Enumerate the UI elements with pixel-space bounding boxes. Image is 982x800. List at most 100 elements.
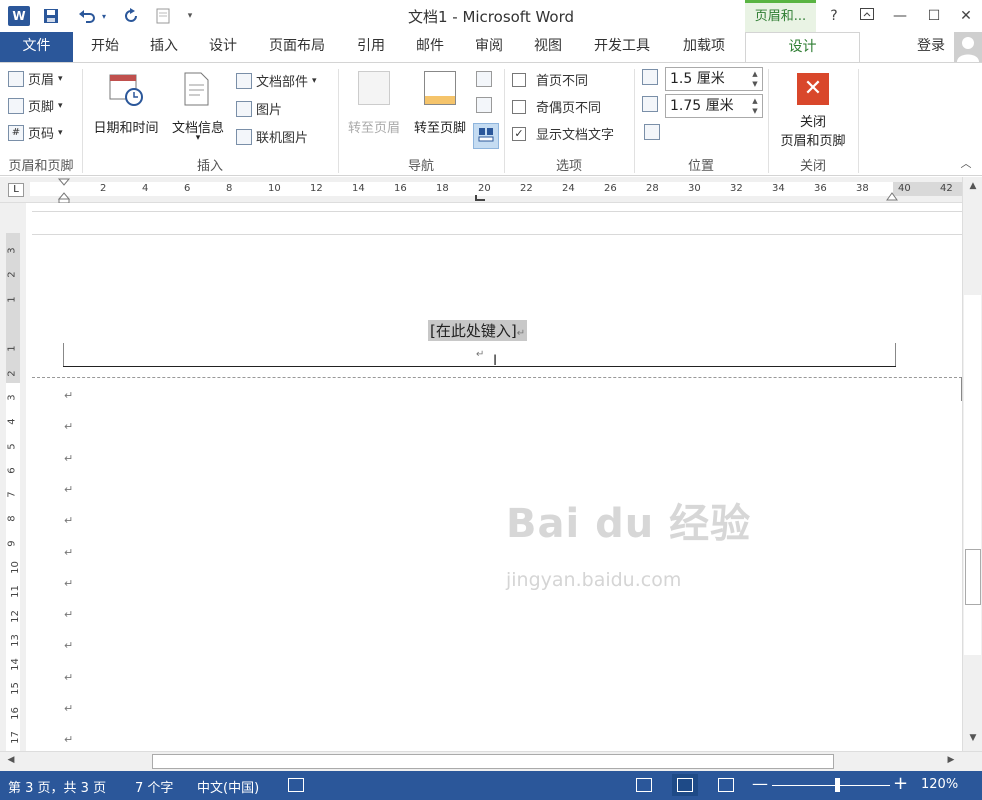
tab-design-doc[interactable]: 设计	[196, 32, 250, 62]
insert-alignment-tab-icon[interactable]	[644, 124, 664, 144]
macro-record-icon[interactable]	[288, 778, 304, 792]
goto-footer-button[interactable]: 转至页脚	[408, 69, 472, 149]
goto-header-button[interactable]: 转至页眉	[342, 69, 406, 149]
tab-review[interactable]: 审阅	[462, 32, 516, 62]
odd-even-different-checkbox[interactable]: 奇偶页不同	[512, 97, 601, 116]
ruler-tick-label: 28	[646, 183, 659, 194]
zoom-in-icon[interactable]: +	[893, 773, 908, 794]
paragraph-mark[interactable]: ↵	[64, 389, 73, 402]
avatar[interactable]	[954, 32, 982, 62]
paragraph-mark[interactable]: ↵	[64, 639, 73, 652]
paragraph-mark[interactable]: ↵	[64, 577, 73, 590]
pictures-button[interactable]: 图片	[236, 99, 282, 118]
horizontal-scrollbar[interactable]: ◀ ▶	[0, 751, 982, 771]
page-count[interactable]: 第 3 页，共 3 页	[8, 777, 106, 796]
minimize-button[interactable]: —	[886, 4, 914, 28]
vertical-scrollbar[interactable]: ▲ ▼	[962, 177, 982, 751]
zoom-slider-thumb[interactable]	[834, 778, 840, 792]
scroll-right-icon[interactable]: ▶	[944, 755, 958, 769]
quick-parts-button[interactable]: 文档部件 ▾	[236, 71, 317, 90]
zoom-out-icon[interactable]: —	[752, 774, 768, 793]
tab-selector[interactable]: L	[8, 183, 24, 197]
horizontal-ruler[interactable]: L 2 4 6 8 10 12 14 16 18 20 22 24 26 28 30 32 34 36 38 40 42	[0, 177, 982, 203]
date-time-label: 日期和时间	[93, 121, 159, 136]
paragraph-mark[interactable]: ↵	[64, 514, 73, 527]
tab-view[interactable]: 视图	[521, 32, 575, 62]
ribbon-display-icon[interactable]	[853, 4, 881, 28]
vertical-ruler[interactable]: 3 2 1 1 2 3 4 5 6 7 8 9 10 11 12 13 14 15 16 17	[0, 203, 26, 751]
scroll-left-icon[interactable]: ◀	[4, 755, 18, 769]
page-number-button[interactable]: # 页码 ▾	[8, 123, 63, 142]
tab-file[interactable]: 文件	[0, 32, 73, 62]
header-border-line	[63, 366, 896, 367]
maximize-button[interactable]: ☐	[920, 4, 948, 28]
doc-info-button[interactable]: 文档信息 ▾	[166, 69, 230, 149]
tab-home[interactable]: 开始	[78, 32, 132, 62]
tab-references[interactable]: 引用	[344, 32, 398, 62]
tab-page-layout[interactable]: 页面布局	[255, 32, 339, 62]
ruler-tick-label: 1	[6, 345, 18, 352]
paragraph-mark[interactable]: ↵	[64, 733, 73, 746]
online-pictures-button[interactable]: 联机图片	[236, 127, 308, 146]
document-canvas[interactable]: [在此处键入]↵ ↵ I ↵ ↵ ↵ ↵ ↵ ↵ ↵ ↵ ↵ ↵ ↵ ↵ Bai du 经验 jing…	[26, 203, 962, 751]
language-indicator[interactable]: 中文(中国)	[197, 777, 259, 796]
scroll-down-icon[interactable]: ▼	[966, 733, 980, 747]
right-indent-icon[interactable]	[886, 191, 898, 201]
zoom-slider[interactable]	[772, 778, 890, 792]
footer-icon	[8, 97, 24, 114]
date-time-button[interactable]: 日期和时间	[88, 69, 164, 149]
collapse-ribbon-icon[interactable]: ︿	[958, 155, 974, 171]
page-number-icon: #	[8, 124, 24, 141]
read-mode-icon[interactable]	[636, 778, 652, 792]
picture-icon	[236, 100, 252, 117]
header-from-top-input[interactable]: 1.5 厘米 ▲ ▼	[665, 67, 763, 91]
tab-header-footer-design[interactable]: 设计	[745, 32, 860, 63]
scroll-thumb[interactable]	[965, 549, 981, 605]
close-window-button[interactable]: ✕	[952, 4, 980, 28]
context-tab-header-footer[interactable]: 页眉和...	[745, 0, 816, 32]
paragraph-mark[interactable]: ↵	[64, 452, 73, 465]
header-crop-mark	[895, 343, 896, 367]
show-document-text-checkbox[interactable]: ✓ 显示文档文字	[512, 124, 614, 143]
baidu-watermark-url: jingyan.baidu.com	[506, 569, 682, 591]
title-bar: W ▾ ▾ 文档1 - Microsoft Word 页眉和... ? — ☐ …	[0, 0, 982, 32]
next-section-icon[interactable]	[476, 97, 496, 117]
footer-button[interactable]: 页脚 ▾	[8, 96, 63, 115]
first-page-different-checkbox[interactable]: 首页不同	[512, 70, 588, 89]
tab-insert[interactable]: 插入	[137, 32, 191, 62]
paragraph-mark[interactable]: ↵	[64, 483, 73, 496]
signin-link[interactable]: 登录	[908, 32, 954, 62]
print-layout-icon[interactable]	[672, 774, 698, 796]
goto-footer-label: 转至页脚	[413, 121, 466, 136]
word-count[interactable]: 7 个字	[135, 777, 173, 796]
help-button[interactable]: ?	[820, 4, 848, 28]
spin-down-icon[interactable]: ▼	[750, 80, 760, 89]
tab-developer[interactable]: 开发工具	[580, 32, 664, 62]
paragraph-mark[interactable]: ↵	[64, 420, 73, 433]
scroll-up-icon[interactable]: ▲	[966, 181, 980, 195]
paragraph-mark[interactable]: ↵	[64, 546, 73, 559]
footer-from-bottom-input[interactable]: 1.75 厘米 ▲ ▼	[665, 94, 763, 118]
ruler-tick-label: 6	[6, 467, 18, 474]
web-layout-icon[interactable]	[718, 778, 734, 792]
center-tab-stop-icon[interactable]	[475, 195, 485, 201]
scroll-thumb[interactable]	[152, 754, 834, 769]
previous-section-icon[interactable]	[476, 71, 496, 91]
goto-header-icon	[358, 71, 390, 105]
paragraph-mark[interactable]: ↵	[64, 608, 73, 621]
spin-up-icon[interactable]: ▲	[750, 97, 760, 106]
header-button[interactable]: 页眉 ▾	[8, 69, 63, 88]
zoom-level[interactable]: 120%	[921, 777, 958, 792]
tab-addins[interactable]: 加载项	[669, 32, 739, 62]
group-label-close: 关闭	[799, 159, 826, 174]
header-placeholder[interactable]: [在此处键入]↵	[428, 320, 528, 341]
close-header-footer-button[interactable]: ✕ 关闭 页眉和页脚	[772, 69, 854, 153]
spin-down-icon[interactable]: ▼	[750, 107, 760, 116]
paragraph-mark[interactable]: ↵	[64, 702, 73, 715]
paragraph-mark[interactable]: ↵	[64, 671, 73, 684]
tab-mailings[interactable]: 邮件	[403, 32, 457, 62]
spin-up-icon[interactable]: ▲	[750, 70, 760, 79]
ruler-tick-label: 24	[562, 183, 575, 194]
link-to-previous-icon[interactable]	[473, 123, 499, 149]
indent-marker-icon[interactable]	[57, 177, 71, 203]
